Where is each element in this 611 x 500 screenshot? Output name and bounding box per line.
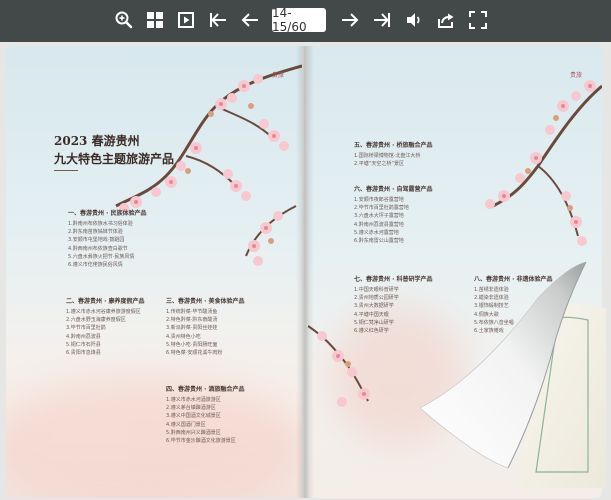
list-item: 2.六盘水野玉海康养度假区 <box>66 317 126 324</box>
section-title: 一、春游贵州 · 民族体验产品 <box>68 210 147 217</box>
list-item: 4.黔南州荔波县 <box>66 333 101 340</box>
list-item: 2.黔东南苗族姊妹节体验 <box>68 229 123 236</box>
list-item: 5.六盘水彝族火把节·民族风情 <box>68 253 135 260</box>
heading-divider <box>54 170 78 171</box>
list-item: 5.铜仁市石阡县 <box>66 341 101 348</box>
share-icon[interactable] <box>434 8 458 32</box>
next-page-icon[interactable] <box>338 8 362 32</box>
list-item: 1.传统黔菜·毕节酸汤鱼 <box>166 309 218 315</box>
section-liquor: 四、春游贵州 · 酒旅融合产品 1.遵义市赤水河酒旅游区 2.遵义茅台镇酿酒游区… <box>166 384 244 445</box>
sound-icon[interactable] <box>402 8 426 32</box>
section-ethnic: 一、春游贵州 · 民族体验产品 1.黔南州布依族水书习俗体验 2.黔东南苗族姊妹… <box>68 208 146 269</box>
thumbnails-icon[interactable] <box>143 8 167 32</box>
list-item: 4.黔西南州布依族查白歌节 <box>68 245 128 252</box>
list-item: 4.遵义国酒门景区 <box>166 421 206 428</box>
section-title: 六、春游贵州 · 自驾露营产品 <box>354 186 433 193</box>
list-item: 3.安顺市屯堡地戏·鼓蹈园 <box>68 237 125 244</box>
list-item: 1.遵义市赤水河酒旅游区 <box>166 397 221 403</box>
section-food: 三、春游贵州 · 美食体验产品 1.传统黔菜·毕节酸汤鱼 2.特色黔菜·黔东南酸… <box>166 296 244 357</box>
autoplay-icon[interactable] <box>174 8 198 32</box>
list-item: 2.毕节市百里杜鹃露营地 <box>354 205 409 212</box>
section-camping: 六、春游贵州 · 自驾露营产品 1.安顺市夜郎谷露营地 2.毕节市百里杜鹃露营地… <box>354 184 432 245</box>
list-item: 1.国际桥梁博物馆·北盘江大桥 <box>354 153 421 159</box>
page-subheading: 九大特色主题旅游产品 <box>54 152 175 166</box>
page-curl-corner[interactable] <box>418 258 608 490</box>
list-item: 5.特色小吃·贵阳肠旺面 <box>166 341 218 348</box>
list-item: 3.遵义中国酒文化城景区 <box>166 413 221 420</box>
list-item: 6.特色菜·安顺花溪牛肉粉 <box>166 350 223 357</box>
section-title: 二、春游贵州 · 康养度假产品 <box>66 298 145 305</box>
list-item: 3.新派黔菜·贵阳丝娃娃 <box>166 325 218 332</box>
book-spine <box>296 46 314 498</box>
section-bridge: 五、春游贵州 · 桥旅融合产品 1.国际桥梁博物馆·北盘江大桥 2.平塘“天空之… <box>354 140 432 168</box>
list-item: 6.毕节市金沙酿酒文化旅游景区 <box>166 438 236 445</box>
left-page[interactable]: 贵旅 2023 春游贵州 九大特色主题旅游产品 一、春游贵州 · 民族体验产品 … <box>6 46 302 498</box>
list-item: 4.贵州特色小吃 <box>166 333 201 340</box>
section-title: 四、春游贵州 · 酒旅融合产品 <box>166 386 245 393</box>
list-item: 2.特色黔菜·黔东南酸汤 <box>166 317 218 324</box>
page-indicator[interactable]: 14-15/60 <box>272 6 326 34</box>
viewer-toolbar: 14-15/60 <box>0 0 611 42</box>
zoom-in-icon[interactable] <box>112 8 136 32</box>
fullscreen-icon[interactable] <box>466 8 490 32</box>
list-item: 1.遵义市赤水河谷康养旅游度假区 <box>66 309 141 315</box>
list-item: 2.遵义茅台镇酿酒游区 <box>166 405 216 412</box>
list-item: 3.六盘水大坪子露营地 <box>354 213 404 220</box>
previous-page-icon[interactable] <box>238 8 262 32</box>
section-title: 三、春游贵州 · 美食体验产品 <box>166 298 245 305</box>
cherry-blossom-illustration <box>115 64 302 266</box>
section-wellness: 二、春游贵州 · 康养度假产品 1.遵义市赤水河谷康养旅游度假区 2.六盘水野玉… <box>66 296 144 357</box>
list-item: 1.黔南州布依族水书习俗体验 <box>68 221 133 227</box>
logo-text: 贵旅 <box>570 72 583 79</box>
last-page-icon[interactable] <box>370 8 394 32</box>
list-item: 6.黔东南雷公山露营地 <box>354 238 404 245</box>
list-item: 6.贵阳市息烽县 <box>66 350 101 357</box>
section-title: 五、春游贵州 · 桥旅融合产品 <box>354 142 433 149</box>
list-item: 2.平塘“天空之桥”景区 <box>354 161 404 168</box>
list-item: 1.安顺市夜郎谷露营地 <box>354 197 404 203</box>
page-heading: 2023 春游贵州 <box>54 134 140 148</box>
list-item: 5.黔西南州兴义酿酒景区 <box>166 429 221 436</box>
list-item: 3.毕节市百里杜鹃 <box>66 325 106 332</box>
pink-glow <box>6 376 302 498</box>
list-item: 4.黔南州荔波县露营地 <box>354 221 404 228</box>
list-item: 6.遵义市仡佬族民俗风情 <box>68 262 123 269</box>
logo-text: 贵旅 <box>272 72 285 79</box>
first-page-icon[interactable] <box>206 8 230 32</box>
list-item: 5.遵义赤水河露营地 <box>354 229 399 236</box>
